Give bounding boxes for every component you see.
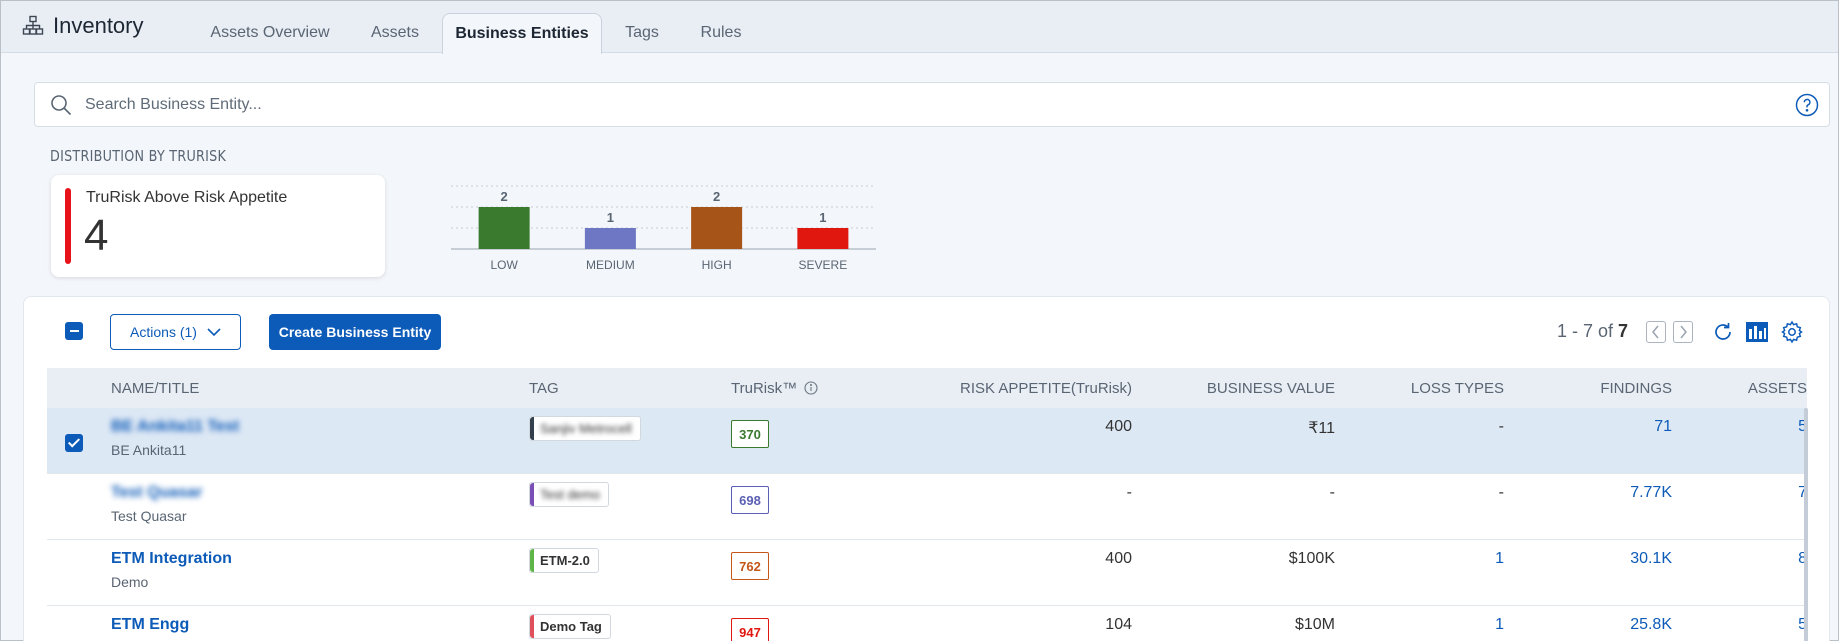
findings-link[interactable]: 71 [1654,418,1672,436]
chevron-right-icon [1680,325,1687,339]
tag-label: Sanjiv Metrocell [540,421,632,436]
entity-subtitle: Test Quasar [111,508,187,524]
chart-bar [584,228,636,249]
findings-link[interactable]: 25.8K [1630,616,1672,634]
chart-tick-label: HIGH [702,258,732,272]
actions-label: Actions (1) [130,324,197,340]
app-brand: Inventory [21,13,144,39]
col-findings[interactable]: FINDINGS [1600,380,1672,397]
entity-subtitle: Demo [111,574,149,590]
pagination-info: 1 - 7 of 7 [1557,321,1628,342]
tag-chip[interactable]: ETM-2.0 [529,548,599,573]
chart-bar [691,207,743,249]
tag-label: ETM-2.0 [540,553,590,568]
col-assets[interactable]: ASSETS [1748,380,1807,397]
chart-data-label: 1 [819,210,826,225]
col-loss-types[interactable]: LOSS TYPES [1411,380,1504,397]
entity-subtitle: BE Ankita11 [111,442,187,458]
findings-link[interactable]: 30.1K [1630,550,1672,568]
tag-label: Test demo [540,487,600,502]
entity-name-link[interactable]: ETM Integration [111,550,232,568]
trurisk-badge: 370 [731,420,769,448]
chart-tick-label: MEDIUM [586,258,635,272]
create-business-entity-button[interactable]: Create Business Entity [269,314,441,350]
chart-tick-label: LOW [490,258,518,272]
info-icon[interactable] [804,381,818,395]
chart-data-label: 1 [607,210,614,225]
table-row[interactable]: ETM Engg Demo Tag 947 104 $10M 1 25.8K 5 [47,606,1807,641]
business-value: $100K [1288,550,1335,567]
col-tag[interactable]: TAG [529,380,559,397]
col-business-value[interactable]: BUSINESS VALUE [1207,380,1335,397]
gear-icon[interactable] [1780,320,1804,344]
risk-appetite-value: 400 [1105,550,1132,567]
chart-bar [797,228,849,249]
tag-chip[interactable]: Test demo [529,482,609,507]
pagination-total: 7 [1618,321,1629,341]
col-trurisk-label: TruRisk™ [731,380,798,397]
chart-view-icon[interactable] [1745,320,1769,344]
tag-chip[interactable]: Demo Tag [529,614,611,639]
loss-types-link[interactable]: 1 [1495,616,1504,634]
risk-appetite-value: - [1126,484,1132,501]
table-row[interactable]: BE Ankita11 Test BE Ankita11 Sanjiv Metr… [47,408,1807,474]
risk-appetite-value: 104 [1105,616,1132,633]
trurisk-above-appetite-card[interactable]: TruRisk Above Risk Appetite 4 [51,175,385,277]
app-header: Inventory Assets Overview Assets Busines… [1,1,1838,54]
tab-assets-overview[interactable]: Assets Overview [197,13,343,53]
business-value: $10M [1294,616,1335,633]
card-accent-bar [65,188,71,264]
search-icon [51,94,72,115]
select-all-checkbox[interactable] [65,322,83,340]
table-row[interactable]: ETM Integration Demo ETM-2.0 762 400 $10… [47,540,1807,606]
tag-label: Demo Tag [540,619,602,634]
hierarchy-icon [22,15,44,35]
chart-data-label: 2 [501,189,508,204]
card-value: 4 [84,211,109,260]
row-checkbox[interactable] [65,434,83,452]
trurisk-badge: 698 [731,486,769,514]
search-bar [34,82,1830,127]
chevron-left-icon [1652,325,1659,339]
col-name[interactable]: NAME/TITLE [111,380,199,397]
app-title: Inventory [53,13,144,38]
table-scrollbar[interactable] [1804,408,1808,641]
trurisk-distribution-chart: 2 LOW 1 MEDIUM 2 HIGH 1 SEVERE [451,185,876,272]
tab-rules[interactable]: Rules [690,13,752,53]
trurisk-badge: 762 [731,552,769,580]
tab-tags[interactable]: Tags [615,13,669,53]
entity-name-link[interactable]: Test Quasar [111,484,202,502]
risk-appetite-value: 400 [1105,418,1132,435]
chart-bar [478,207,530,249]
business-value: ₹11 [1308,420,1335,437]
trurisk-badge: 947 [731,618,769,641]
chart-data-label: 2 [713,189,720,204]
col-risk-appetite[interactable]: RISK APPETITE(TruRisk) [960,380,1132,397]
pagination-range: 1 - 7 of [1557,321,1619,341]
col-trurisk[interactable]: TruRisk™ [731,380,818,397]
table-header: NAME/TITLE TAG TruRisk™ RISK APPETITE(Tr… [47,368,1807,408]
distribution-title: DISTRIBUTION BY TRURISK [50,147,227,165]
card-label: TruRisk Above Risk Appetite [86,189,288,206]
search-input[interactable] [85,95,1685,114]
loss-types-link[interactable]: 1 [1495,550,1504,568]
refresh-icon[interactable] [1711,320,1735,344]
loss-types-value: - [1498,418,1504,435]
tab-business-entities[interactable]: Business Entities [442,13,602,54]
chart-tick-label: SEVERE [799,258,848,272]
tag-chip[interactable]: Sanjiv Metrocell [529,416,641,441]
prev-page-button[interactable] [1646,321,1666,343]
entity-name-link[interactable]: ETM Engg [111,616,189,634]
help-icon[interactable] [1795,93,1819,117]
loss-types-value: - [1498,484,1504,501]
next-page-button[interactable] [1673,321,1693,343]
findings-link[interactable]: 7.77K [1630,484,1672,502]
table-row[interactable]: Test Quasar Test Quasar Test demo 698 - … [47,474,1807,540]
tab-assets[interactable]: Assets [361,13,429,53]
actions-dropdown[interactable]: Actions (1) [110,314,241,350]
chevron-down-icon [207,328,221,337]
entity-name-link[interactable]: BE Ankita11 Test [111,418,239,436]
business-value: - [1329,484,1335,501]
